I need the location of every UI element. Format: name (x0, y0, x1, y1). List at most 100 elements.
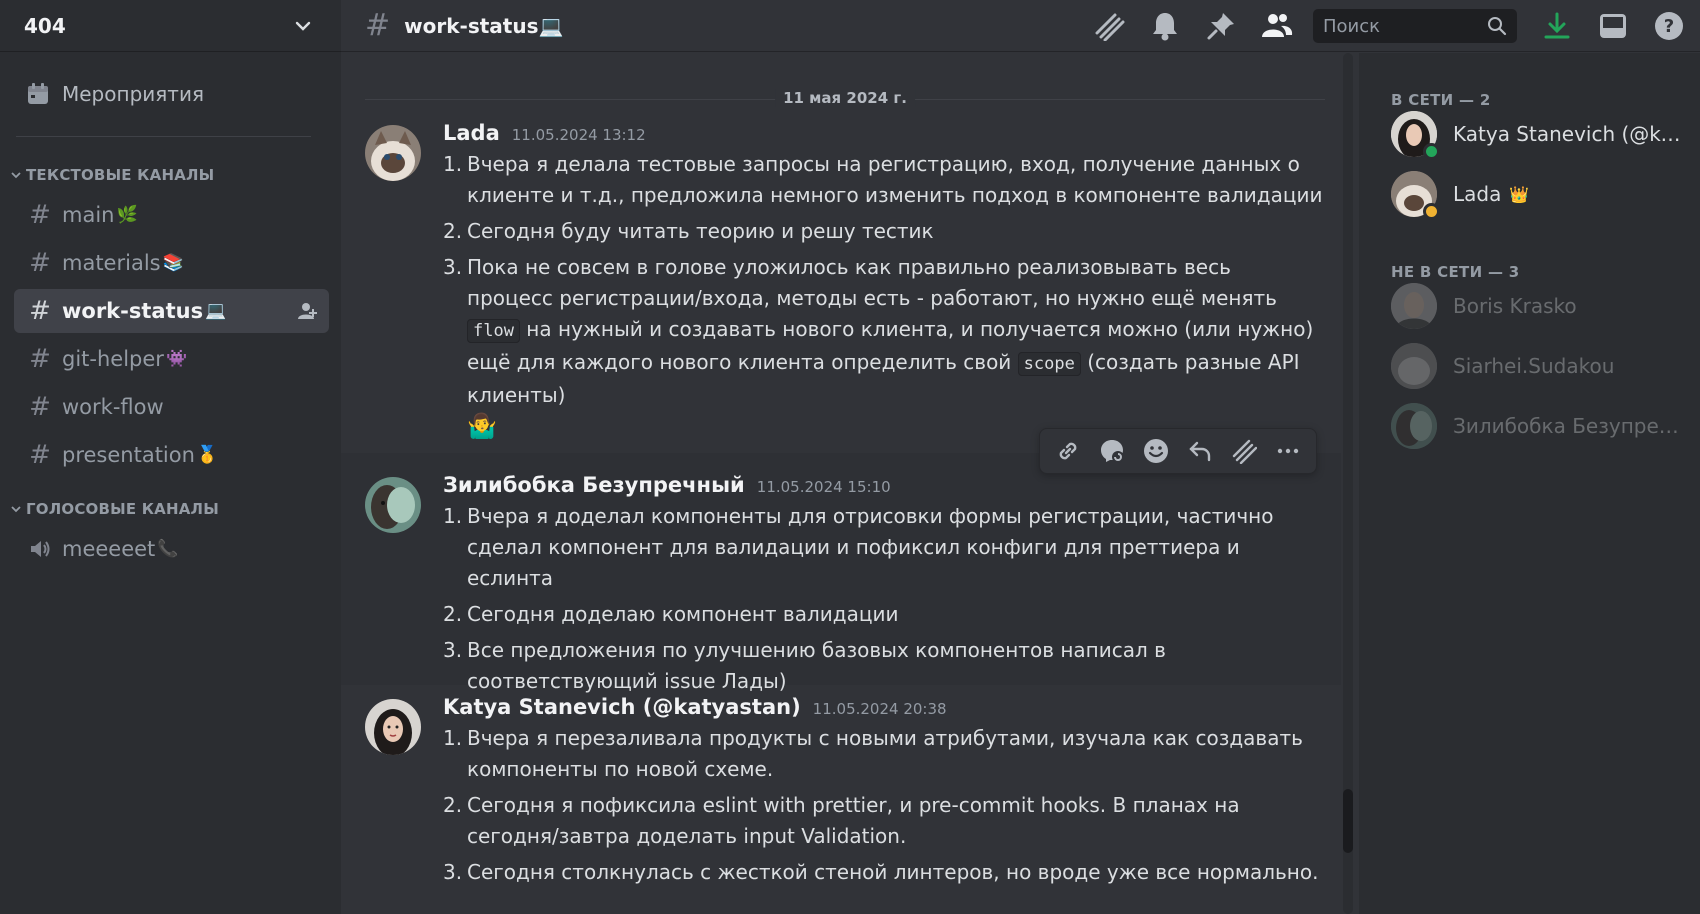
member-name: Lada (1453, 182, 1502, 206)
pinned-button[interactable] (1204, 9, 1238, 43)
channel-name: main (62, 203, 115, 227)
list-item-text: Пока не совсем в голове уложилось как пр… (467, 255, 1277, 310)
channel-title: work-status💻 (404, 14, 563, 38)
channel-git-helper[interactable]: # git-helper 👾 (14, 337, 329, 381)
channel-presentation[interactable]: # presentation 🥇 (14, 433, 329, 477)
chevron-down-icon (11, 506, 21, 513)
search-input[interactable] (1323, 15, 1473, 37)
threads-button[interactable] (1092, 9, 1126, 43)
text-channels-category[interactable]: ТЕКСТОВЫЕ КАНАЛЫ (0, 165, 341, 185)
channel-name: meeeeet (62, 537, 156, 561)
member-item[interactable]: Katya Stanevich (@katyastan) (1391, 111, 1691, 160)
member-item[interactable]: Зилибобка Безупречный (1391, 403, 1691, 449)
reply-icon (1189, 441, 1211, 462)
member-name: Siarhei.Sudakou (1453, 354, 1615, 378)
voice-channel-meeeeet[interactable]: meeeeet 📞 (14, 527, 329, 571)
channel-materials[interactable]: # materials 📚 (14, 241, 329, 285)
list-item: 2. Сегодня я пофиксила eslint with pretti… (443, 793, 1240, 848)
channel-emoji: 📞 (157, 539, 179, 559)
inbox-button[interactable] (1596, 9, 1630, 43)
help-icon: ? (1655, 12, 1683, 40)
hash-icon: # (29, 248, 51, 278)
list-item: 3. Сегодня столкнулась с жесткой стеной л… (443, 860, 1319, 884)
help-button[interactable]: ? (1652, 9, 1686, 43)
member-item[interactable]: Lada 👑 (1391, 171, 1691, 220)
avatar[interactable] (365, 477, 421, 533)
scrollbar-thumb[interactable] (1343, 789, 1353, 853)
avatar[interactable] (365, 699, 421, 755)
message-body: 1. Вчера я перезаливала продукты с новыми… (443, 723, 1323, 893)
channel-title-text: work-status (404, 13, 539, 38)
inline-code: flow (467, 319, 520, 343)
avatar (1391, 111, 1440, 160)
message-author[interactable]: Katya Stanevich (@katyastan) (443, 695, 801, 719)
channel-emoji: 🌿 (116, 205, 138, 225)
hash-icon: # (29, 200, 51, 230)
message-body: 1. Вчера я делала тестовые запросы на рег… (443, 149, 1323, 448)
date-separator: 11 мая 2024 г. (365, 89, 1325, 107)
list-item-text: Сегодня я пофиксила eslint with prettier… (467, 793, 1240, 848)
message-header: Зилибобка Безупречный 11.05.2024 15:10 (443, 473, 891, 497)
member-list: В СЕТИ — 2 Katya Stanevich (@katyastan) … (1359, 53, 1700, 914)
link-icon (1059, 442, 1077, 460)
events-item[interactable]: Мероприятия (14, 72, 327, 116)
list-item: 2. Сегодня доделаю компонент валидации (443, 602, 899, 626)
super-reaction-icon (1101, 440, 1124, 463)
hash-icon: # (29, 392, 51, 422)
chevron-down-icon (11, 172, 21, 179)
message-actions-toolbar (1039, 428, 1317, 474)
avatar (1391, 343, 1437, 389)
members-icon (1262, 14, 1293, 37)
channel-emoji: 👾 (165, 349, 188, 369)
add-member-icon[interactable] (297, 301, 317, 321)
list-item-text: Сегодня доделаю компонент валидации (467, 602, 899, 626)
message-author[interactable]: Lada (443, 121, 500, 145)
server-name: 404 (24, 13, 66, 38)
avatar (1391, 171, 1440, 220)
super-react-button[interactable] (1090, 431, 1134, 471)
voice-channels-category[interactable]: ГОЛОСОВЫЕ КАНАЛЫ (0, 499, 341, 519)
avatar[interactable] (365, 125, 421, 181)
hash-icon: # (29, 440, 51, 470)
list-item-text: Сегодня столкнулась с жесткой стеной лин… (467, 860, 1319, 884)
avatar (1391, 283, 1437, 329)
server-header[interactable]: 404 (0, 0, 341, 52)
search-box[interactable] (1313, 9, 1517, 43)
list-item-text: Вчера я доделал компоненты для отрисовки… (467, 504, 1274, 590)
copy-link-button[interactable] (1046, 431, 1090, 471)
scrollbar-track[interactable] (1343, 53, 1353, 914)
download-button[interactable] (1540, 9, 1574, 43)
more-options-button[interactable] (1266, 431, 1310, 471)
threads-icon (1095, 13, 1125, 41)
channel-name: presentation (62, 443, 195, 467)
channel-work-status[interactable]: # work-status 💻 (14, 289, 329, 333)
smile-icon (1144, 439, 1168, 463)
hash-icon: # (365, 8, 391, 43)
reply-button[interactable] (1178, 431, 1222, 471)
channel-main[interactable]: # main 🌿 (14, 193, 329, 237)
message[interactable]: Lada 11.05.2024 13:12 1. Вчера я делала т… (341, 115, 1341, 475)
list-item: 2. Сегодня буду читать теорию и решу тест… (443, 219, 934, 243)
message[interactable]: Katya Stanevich (@katyastan) 11.05.2024 … (341, 685, 1341, 914)
online-header: В СЕТИ — 2 (1391, 91, 1491, 109)
channel-work-flow[interactable]: # work-flow (14, 385, 329, 429)
channel-emoji: 📚 (162, 253, 184, 273)
inline-code: scope (1017, 352, 1081, 376)
notifications-button[interactable] (1148, 9, 1182, 43)
list-item: 3. Пока не совсем в голове уложилось как … (443, 255, 1314, 440)
create-thread-button[interactable] (1222, 431, 1266, 471)
message-list: 11 мая 2024 г. Lada 11.05.2024 13:12 1. В… (341, 53, 1359, 914)
member-item[interactable]: Boris Krasko (1391, 283, 1691, 329)
member-item[interactable]: Siarhei.Sudakou (1391, 343, 1691, 389)
member-name: Katya Stanevich (@katyastan) (1453, 122, 1685, 146)
message[interactable]: Зилибобка Безупречный 11.05.2024 15:10 1… (341, 453, 1341, 693)
crown-icon: 👑 (1509, 184, 1530, 204)
ellipsis-icon (1277, 448, 1299, 454)
speaker-icon (31, 541, 50, 557)
message-author[interactable]: Зилибобка Безупречный (443, 473, 745, 497)
add-reaction-button[interactable] (1134, 431, 1178, 471)
member-list-button[interactable] (1260, 9, 1294, 43)
channel-sidebar: 404 Мероприятия ТЕКСТОВЫЕ КАНАЛЫ # main 🌿… (0, 0, 341, 914)
pin-icon (1207, 13, 1234, 40)
hash-icon: # (29, 296, 51, 326)
